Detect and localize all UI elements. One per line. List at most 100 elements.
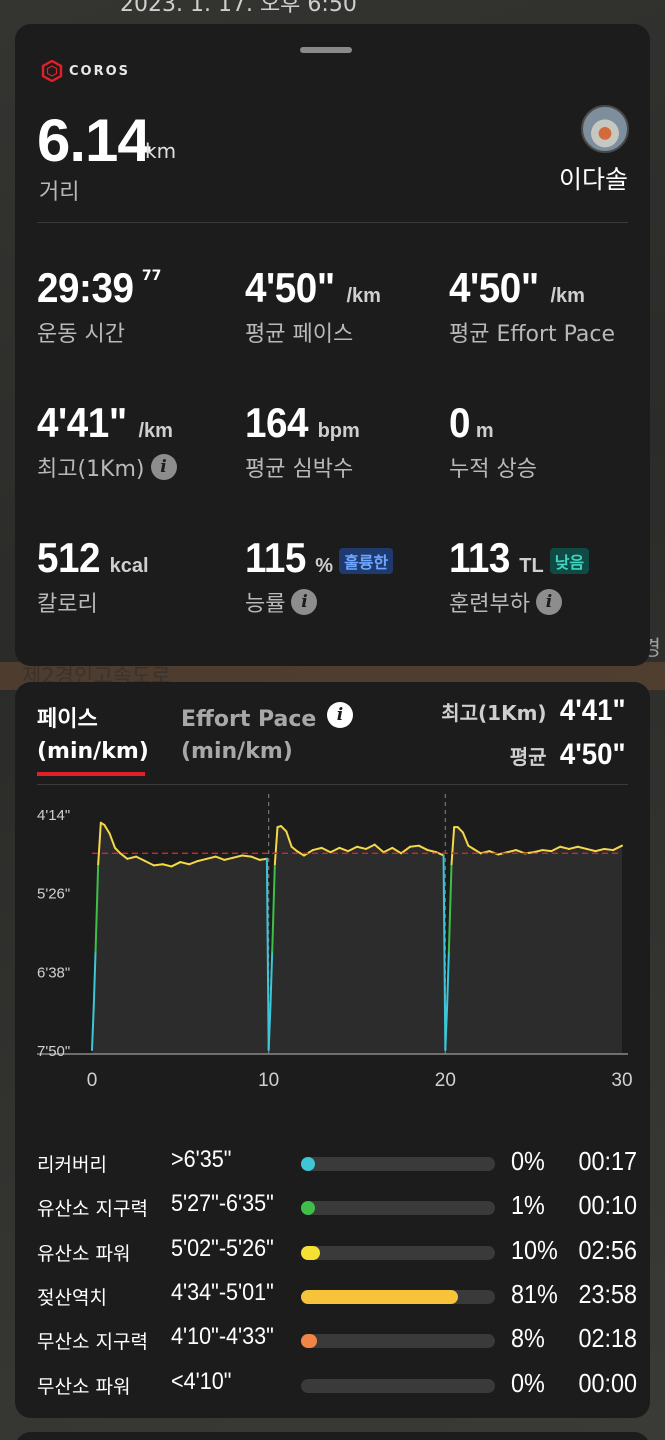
zone-row: 유산소 파워 5'02"-5'26" 10% 02:56 xyxy=(37,1233,637,1277)
user-name: 이다솔 xyxy=(558,165,628,194)
stat-value-row: 4'50" /km xyxy=(449,264,615,312)
zone-time: 23:58 xyxy=(578,1278,637,1309)
stat-label-row: 평균 심박수 xyxy=(245,451,360,483)
stat-label: 평균 페이스 xyxy=(245,322,354,347)
stat-label-row: 운동 시간 xyxy=(37,316,161,348)
stat-value-row: 4'50" /km xyxy=(245,264,381,312)
best-pace-summary: 최고(1Km) 4'41" xyxy=(441,694,628,728)
tab-pace-label: 페이스 (min/km) xyxy=(37,707,149,764)
divider xyxy=(37,222,628,223)
stat-value: 0 xyxy=(449,399,471,446)
zone-bar-fill xyxy=(301,1201,315,1216)
zone-name: 유산소 파워 xyxy=(37,1242,131,1265)
stat-value: 113 xyxy=(449,534,510,581)
stat-7: 115% 훌륭한능률 i xyxy=(245,534,394,618)
stat-0: 29:39 77 운동 시간 xyxy=(37,264,161,348)
zone-percent: 8% xyxy=(511,1323,545,1354)
tab-pace[interactable]: 페이스 (min/km) xyxy=(37,704,149,768)
stat-label: 칼로리 xyxy=(37,592,98,617)
distance-unit: km xyxy=(145,139,177,163)
drag-handle[interactable] xyxy=(300,47,352,53)
tab-effort-label: Effort Pace (min/km) xyxy=(181,707,317,764)
active-tab-indicator xyxy=(37,772,145,776)
divider xyxy=(37,784,628,785)
pace-area xyxy=(92,822,622,1054)
zone-bar-fill xyxy=(301,1289,459,1304)
pace-line-segment xyxy=(603,847,615,852)
info-icon[interactable]: i xyxy=(291,589,318,615)
stat-label: 평균 Effort Pace xyxy=(449,322,616,347)
stat-unit: /km xyxy=(346,285,381,307)
stat-label: 평균 심박수 xyxy=(245,457,354,482)
stat-label: 능률 xyxy=(245,592,286,617)
stat-8: 113 TL 낮음 훈련부하 i xyxy=(449,534,590,618)
zone-bar-fill xyxy=(301,1334,317,1349)
avatar[interactable] xyxy=(581,105,629,153)
stat-value-row: 115% 훌륭한 xyxy=(245,534,394,582)
pace-chart[interactable]: 4'14" 5'26" 6'38" 7'50" 0 10 20 30 xyxy=(15,792,650,1122)
info-icon[interactable]: i xyxy=(535,589,562,615)
zone-time: 00:10 xyxy=(578,1190,637,1221)
coros-logo-icon xyxy=(41,60,63,82)
zone-bar-track xyxy=(301,1245,495,1260)
stat-2: 4'50" /km 평균 Effort Pace xyxy=(449,264,615,348)
zone-name: 리커버리 xyxy=(37,1154,107,1176)
avg-pace-value: 4'50" xyxy=(559,738,626,771)
activity-datetime: 2023. 1. 17. 오후 6:50 xyxy=(120,0,357,17)
brand-logo: COROS xyxy=(41,60,130,82)
best-pace-label: 최고(1Km) xyxy=(441,701,547,725)
stat-value-row: 164 bpm xyxy=(245,399,360,447)
x-tick-label: 0 xyxy=(87,1070,98,1091)
zone-bar-track xyxy=(301,1201,495,1216)
x-tick-label: 10 xyxy=(258,1070,279,1091)
zone-name: 유산소 지구력 xyxy=(37,1198,148,1221)
stat-label-row: 훈련부하 i xyxy=(449,586,589,618)
stat-value-row: 29:39 77 xyxy=(37,264,161,312)
zone-range: 5'27"-6'35" xyxy=(171,1190,274,1218)
zone-range: >6'35" xyxy=(171,1146,232,1173)
zone-name: 무산소 지구력 xyxy=(37,1331,148,1354)
zone-bar-track xyxy=(301,1334,495,1349)
stat-unit: kcal xyxy=(109,555,149,577)
info-icon[interactable]: i xyxy=(150,454,177,480)
zone-bar-fill xyxy=(301,1245,321,1260)
stat-value: 512 xyxy=(37,534,101,581)
pace-line-segment xyxy=(258,857,268,861)
zone-percent: 10% xyxy=(511,1234,558,1265)
stat-unit: bpm xyxy=(317,420,360,442)
stat-1: 4'50" /km 평균 페이스 xyxy=(245,264,381,348)
next-card-edge xyxy=(15,1432,650,1440)
brand-name: COROS xyxy=(69,63,131,79)
stat-label-row: 최고(1Km) i xyxy=(37,451,177,483)
zone-percent: 81% xyxy=(511,1278,558,1309)
stat-label-row: 칼로리 xyxy=(37,586,149,618)
zone-bar-track xyxy=(301,1157,495,1171)
zone-name: 젖산역치 xyxy=(37,1286,107,1309)
stat-label: 운동 시간 xyxy=(37,322,125,347)
pace-line-segment xyxy=(152,863,164,867)
zone-time: 00:00 xyxy=(578,1367,637,1398)
stat-unit: % xyxy=(315,555,334,577)
zone-percent: 0% xyxy=(511,1146,545,1176)
info-icon[interactable]: i xyxy=(327,702,353,728)
y-tick-label: 7'50" xyxy=(37,1043,70,1060)
stat-unit: /km xyxy=(138,420,173,442)
stat-label-row: 평균 Effort Pace xyxy=(449,316,615,348)
stat-label: 최고(1Km) xyxy=(37,457,145,482)
stat-value: 164 xyxy=(245,399,309,446)
stat-label-row: 누적 상승 xyxy=(449,451,537,483)
zone-time: 00:17 xyxy=(578,1146,637,1176)
y-tick-label: 4'14" xyxy=(37,807,70,824)
x-tick-label: 30 xyxy=(611,1070,632,1091)
stat-value: 29:39 xyxy=(37,264,134,311)
stat-label-row: 능률 i xyxy=(245,586,393,618)
stat-value-fraction: 77 xyxy=(141,268,162,284)
zone-range: <4'10" xyxy=(171,1367,232,1395)
stat-4: 164 bpm 평균 심박수 xyxy=(245,399,360,483)
stat-5: 0 m 누적 상승 xyxy=(449,399,537,483)
avg-pace-label: 평균 xyxy=(509,745,547,769)
zone-range: 5'02"-5'26" xyxy=(171,1234,274,1262)
summary-sheet: COROS 6.14 km 거리 이다솔 29:39 77 운동 시간 4'50" /k… xyxy=(15,24,650,666)
y-tick-label: 6'38" xyxy=(37,964,70,981)
tab-effort-pace[interactable]: Effort Pace (min/km) xyxy=(181,704,316,768)
